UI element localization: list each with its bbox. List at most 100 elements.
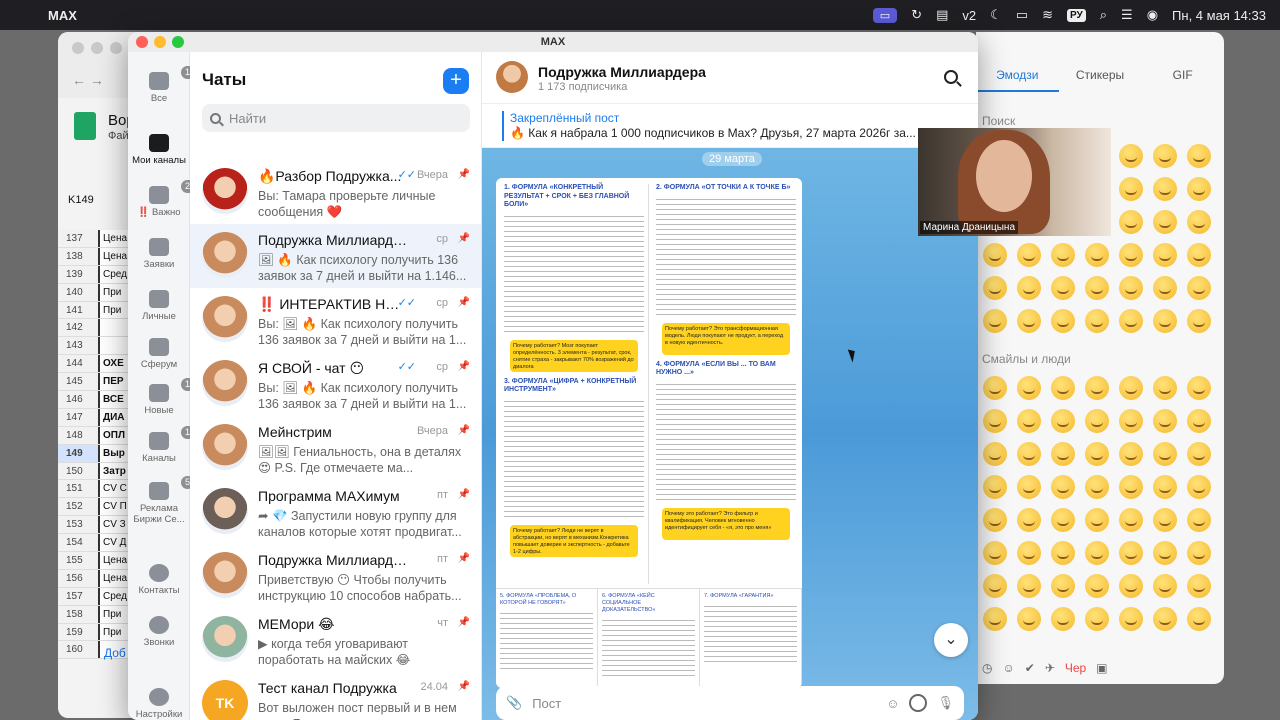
row-number[interactable]: 154: [58, 534, 98, 552]
emoji-icon[interactable]: [1051, 475, 1075, 499]
emoji-icon[interactable]: [1119, 177, 1143, 201]
emoji-icon[interactable]: [1153, 607, 1177, 631]
chat-list-item[interactable]: МЕМори 😂 чт 📌 ▶ когда тебя уговаривают пора…: [190, 608, 481, 672]
emoji-icon[interactable]: [1051, 508, 1075, 532]
maximize-window-button[interactable]: [172, 36, 184, 48]
row-cell[interactable]: CV С: [98, 480, 127, 498]
chat-list-item[interactable]: Подружка Миллиардера пт 📌 Приветствую 😶 Что…: [190, 544, 481, 608]
emoji-icon[interactable]: [1051, 442, 1075, 466]
row-number[interactable]: 160: [58, 641, 98, 659]
emoji-icon[interactable]: [983, 276, 1007, 300]
chat-list-item[interactable]: TK Тест канал Подружка 24.04 📌 Вот выложен п…: [190, 672, 481, 720]
emoji-icon[interactable]: [1119, 309, 1143, 333]
row-number[interactable]: 138: [58, 247, 98, 265]
emoji-icon[interactable]: [983, 309, 1007, 333]
emoji-icon[interactable]: [1187, 243, 1211, 267]
emoji-icon[interactable]: [983, 607, 1007, 631]
row-number[interactable]: 150: [58, 462, 98, 480]
sticker-pack-chip[interactable]: Чер: [1065, 661, 1086, 675]
emoji-icon[interactable]: [1187, 574, 1211, 598]
row-number[interactable]: 158: [58, 605, 98, 623]
emoji-icon[interactable]: [983, 574, 1007, 598]
emoji-icon[interactable]: [1119, 508, 1143, 532]
spotlight-search-icon[interactable]: ⌕: [1100, 7, 1107, 23]
rail-folder-11[interactable]: Настройки: [128, 688, 190, 720]
emoji-icon[interactable]: [1153, 243, 1177, 267]
row-number[interactable]: 157: [58, 587, 98, 605]
emoji-icon[interactable]: [1187, 144, 1211, 168]
attach-paperclip-icon[interactable]: 📎: [506, 695, 522, 711]
row-cell[interactable]: Цена: [98, 569, 127, 587]
siri-icon[interactable]: ◉: [1147, 7, 1158, 23]
channel-name[interactable]: Подружка Миллиардера: [538, 64, 706, 80]
chat-list-item[interactable]: Мейнстрим Вчера 📌 🖼🖼 Гениальность, она в де…: [190, 416, 481, 480]
emoji-icon[interactable]: [1187, 309, 1211, 333]
emoji-icon[interactable]: [1017, 276, 1041, 300]
rail-folder-6[interactable]: 195 Новые: [128, 378, 205, 416]
row-number[interactable]: 159: [58, 623, 98, 641]
emoji-icon[interactable]: [1119, 276, 1143, 300]
emoji-icon[interactable]: [1187, 276, 1211, 300]
chat-list-item[interactable]: ‼️ ИНТЕРАКТИВ НАБОР...✓✓ ср 📌 Вы: 🖼 🔥 Как п…: [190, 288, 481, 352]
emoji-icon[interactable]: [1119, 607, 1143, 631]
emoji-icon[interactable]: [983, 376, 1007, 400]
rail-folder-4[interactable]: Личные: [128, 290, 190, 322]
scroll-to-bottom-button[interactable]: ⌄: [934, 623, 968, 657]
wifi-icon[interactable]: ≋: [1042, 7, 1053, 23]
pinned-post-banner[interactable]: Закреплённый пост 🔥 Как я набрала 1 000 …: [482, 104, 978, 148]
emoji-icon[interactable]: [1153, 508, 1177, 532]
row-number[interactable]: 156: [58, 569, 98, 587]
emoji-tab-0[interactable]: Эмодзи: [976, 68, 1059, 92]
rail-folder-0[interactable]: 181 Все: [128, 66, 205, 104]
emoji-icon[interactable]: [1119, 409, 1143, 433]
emoji-icon[interactable]: [1153, 144, 1177, 168]
verified-category-icon[interactable]: ✔: [1025, 661, 1035, 675]
emoji-icon[interactable]: [1119, 475, 1143, 499]
emoji-icon[interactable]: [1085, 475, 1109, 499]
emoji-icon[interactable]: [1153, 376, 1177, 400]
camera-icon[interactable]: [909, 694, 928, 712]
row-cell[interactable]: При: [98, 301, 121, 319]
row-number[interactable]: 140: [58, 283, 98, 301]
chat-list-item[interactable]: Я СВОЙ - чат 😶 ✓✓ ср 📌 Вы: 🖼 🔥 Как психологу…: [190, 352, 481, 416]
row-number[interactable]: 155: [58, 552, 98, 569]
emoji-icon[interactable]: [1119, 541, 1143, 565]
row-cell[interactable]: [98, 337, 103, 355]
spreadsheet-menu[interactable]: Фай: [108, 130, 129, 142]
microphone-icon[interactable]: 🎙: [937, 695, 954, 711]
input-language[interactable]: РУ: [1067, 8, 1086, 22]
row-cell[interactable]: ПЕР: [98, 373, 124, 391]
emoji-icon[interactable]: [1085, 508, 1109, 532]
emoji-icon[interactable]: [1153, 276, 1177, 300]
emoji-search-input[interactable]: Поиск: [982, 114, 1015, 128]
back-forward-icon[interactable]: ← →: [72, 72, 104, 88]
emoji-icon[interactable]: [983, 243, 1007, 267]
row-number[interactable]: 151: [58, 480, 98, 498]
row-cell[interactable]: Затр: [98, 462, 126, 480]
emoji-icon[interactable]: [1085, 442, 1109, 466]
new-chat-button[interactable]: +: [443, 68, 469, 94]
add-rows-link[interactable]: Доб: [104, 646, 126, 660]
chat-search-input[interactable]: Найти: [202, 104, 470, 132]
menubar-clock[interactable]: Пн, 4 мая 14:33: [1172, 8, 1266, 23]
conversation-search-icon[interactable]: [944, 70, 958, 84]
emoji-tab-1[interactable]: Стикеры: [1059, 68, 1142, 92]
cell-reference[interactable]: K149: [68, 194, 94, 206]
chat-list-item[interactable]: Программа MAXимум пт 📌 ➦ 💎 Запустили новую …: [190, 480, 481, 544]
channel-avatar[interactable]: [496, 61, 528, 93]
row-number[interactable]: 141: [58, 301, 98, 319]
row-cell[interactable]: При: [98, 283, 121, 301]
emoji-icon[interactable]: [1187, 541, 1211, 565]
close-window-button[interactable]: [136, 36, 148, 48]
emoji-icon[interactable]: [1119, 442, 1143, 466]
rail-folder-1[interactable]: Мои каналы: [128, 134, 190, 166]
row-number[interactable]: 142: [58, 319, 98, 337]
emoji-icon[interactable]: [1085, 574, 1109, 598]
emoji-icon[interactable]: [983, 541, 1007, 565]
row-cell[interactable]: [98, 641, 103, 659]
emoji-icon[interactable]: [1085, 376, 1109, 400]
chat-list-item[interactable]: 🔥Разбор Подружка... ✓✓ Вчера 📌 Вы: Тамара пр…: [190, 160, 481, 224]
emoji-icon[interactable]: [1017, 541, 1041, 565]
emoji-icon[interactable]: [1051, 574, 1075, 598]
vpn-status[interactable]: v2: [962, 8, 976, 23]
